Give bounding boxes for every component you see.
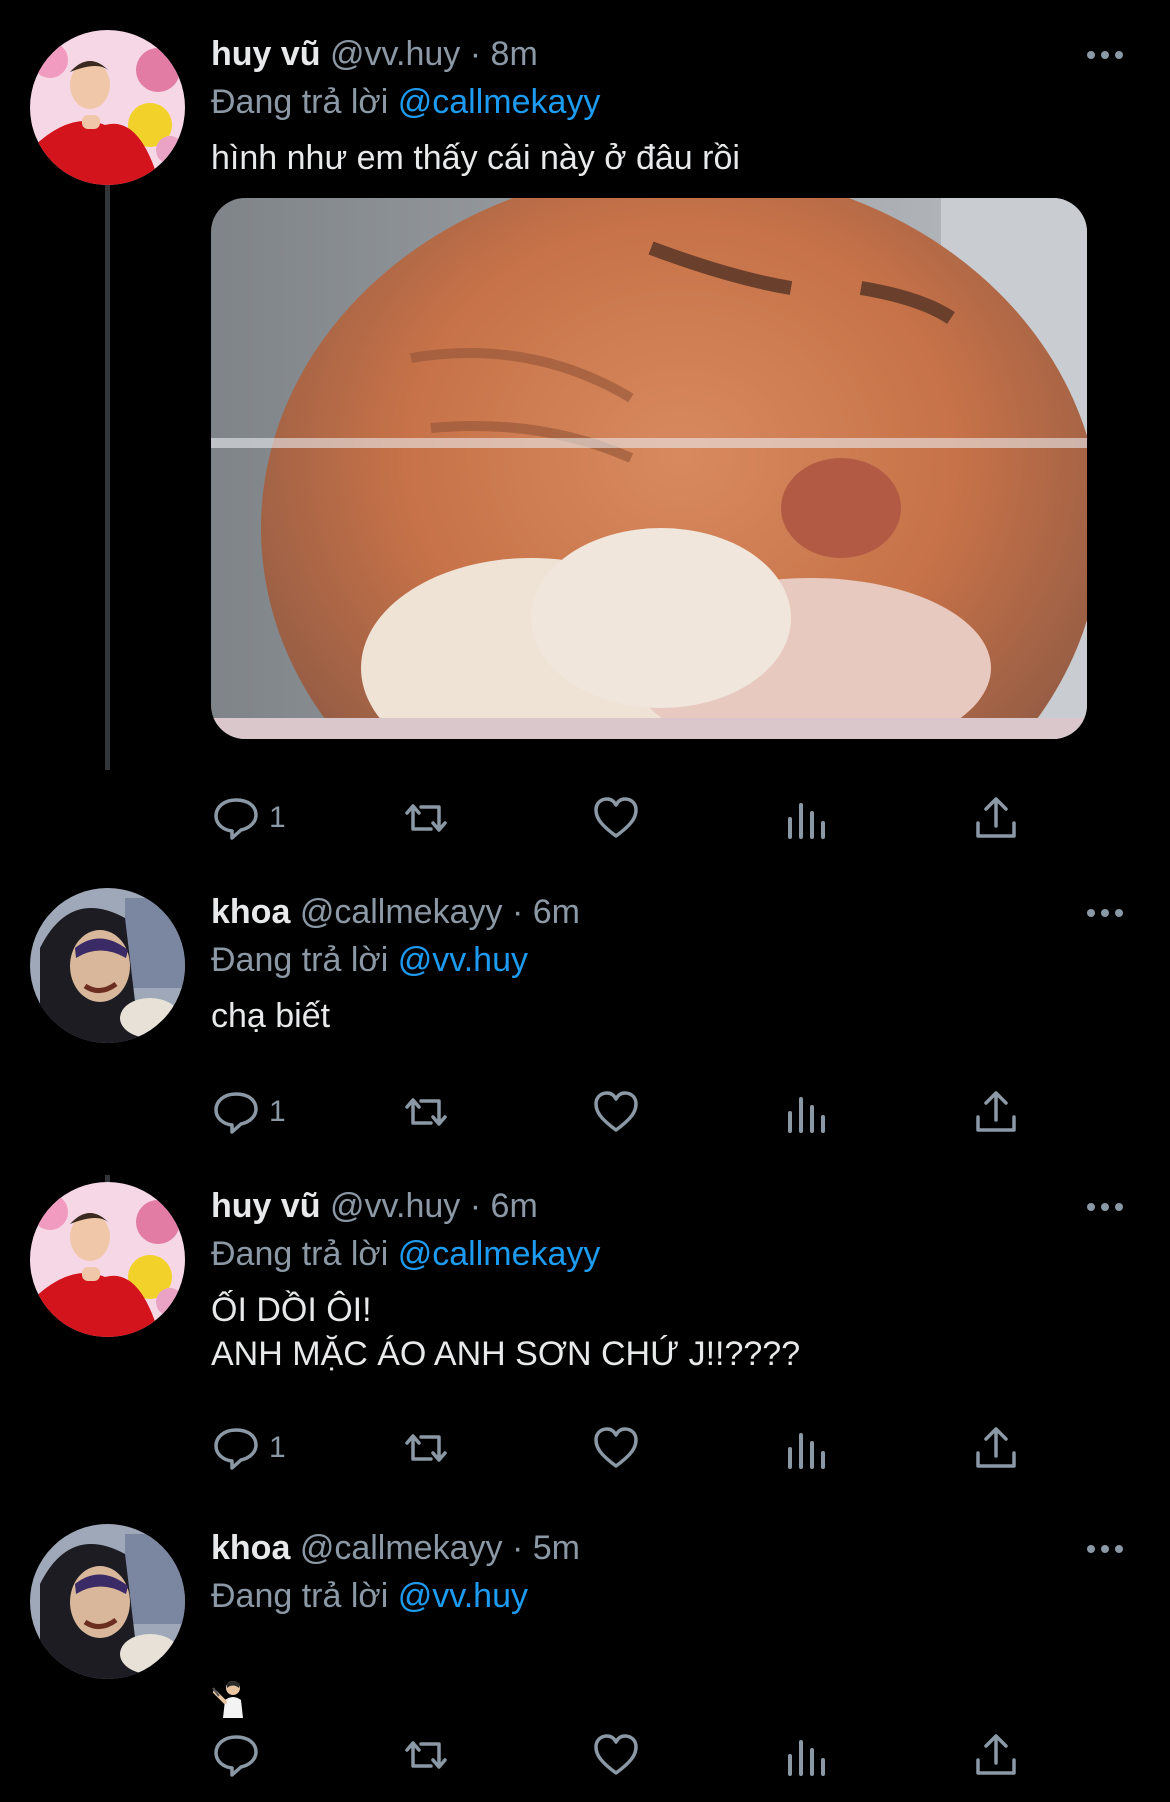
like-icon [594,1091,638,1132]
views-button[interactable] [781,788,831,848]
reply-button[interactable] [211,1725,269,1785]
share-icon [976,797,1016,838]
red-shirt-flowers-avatar [30,1182,185,1337]
tweet-actions: 1 [211,1418,1091,1478]
like-button[interactable] [591,1418,641,1478]
tweet-text: hình như em thấy cái này ở đâu rồi [211,139,740,177]
views-button[interactable] [781,1725,831,1785]
reply-mention[interactable]: @vv.huy [398,941,528,979]
reply-prefix: Đang trả lời [211,1577,389,1615]
separator-dot: · [469,1187,482,1225]
reply-prefix: Đang trả lời [211,1235,389,1273]
separator-dot: · [469,35,482,73]
retweet-button[interactable] [401,788,451,848]
retweet-button[interactable] [401,1725,451,1785]
like-icon [594,1734,638,1775]
reply-icon [214,798,258,840]
tweet-actions: 1 [211,788,1091,848]
retweet-button[interactable] [401,1418,451,1478]
views-icon [788,1433,825,1469]
reply-icon [214,1092,258,1134]
like-icon [594,797,638,838]
reply-mention[interactable]: @callmekayy [398,1235,601,1273]
views-button[interactable] [781,1082,831,1142]
timestamp[interactable]: 8m [491,35,538,73]
share-icon [976,1427,1016,1468]
share-button[interactable] [971,1082,1021,1142]
hooded-person-avatar [30,1524,185,1679]
display-name[interactable]: khoa [211,1529,290,1567]
share-button[interactable] [971,788,1021,848]
reply-button[interactable]: 1 [211,1418,286,1478]
user-handle[interactable]: @vv.huy [330,1187,460,1225]
retweet-icon [405,804,447,832]
reply-count: 1 [269,1095,286,1128]
avatar[interactable] [30,30,185,185]
user-handle[interactable]: @callmekayy [300,893,503,931]
views-icon [788,803,825,839]
timestamp[interactable]: 6m [491,1187,538,1225]
retweet-icon [405,1741,447,1769]
retweet-icon [405,1434,447,1462]
reply-count: 1 [269,801,286,834]
display-name[interactable]: khoa [211,893,290,931]
avatar[interactable] [30,1182,185,1337]
reply-mention[interactable]: @callmekayy [398,83,601,121]
like-icon [594,1427,638,1468]
share-icon [976,1734,1016,1775]
reply-mention[interactable]: @vv.huy [398,1577,528,1615]
display-name[interactable]: huy vũ [211,1187,321,1225]
retweet-icon [405,1098,447,1126]
thread-line [105,170,110,770]
separator-dot: · [511,1529,524,1567]
share-icon [976,1091,1016,1132]
share-button[interactable] [971,1418,1021,1478]
more-icon[interactable] [1085,1192,1125,1222]
person-gesturing-emoji [212,1681,243,1718]
tweet-text: chạ biết [211,997,331,1035]
reply-context: Đang trả lời @vv.huy [211,1572,1091,1620]
share-button[interactable] [971,1725,1021,1785]
views-icon [788,1097,825,1133]
reply-context: Đang trả lời @callmekayy [211,78,1091,126]
avatar[interactable] [30,888,185,1043]
views-button[interactable] [781,1418,831,1478]
tweet-media-image[interactable] [211,198,1087,739]
tweet-actions [211,1725,1091,1785]
more-icon[interactable] [1085,40,1125,70]
views-icon [788,1740,825,1776]
tweet-text [211,1634,1091,1729]
hooded-person-avatar [30,888,185,1043]
timestamp[interactable]: 6m [533,893,580,931]
user-handle[interactable]: @callmekayy [300,1529,503,1567]
timestamp[interactable]: 5m [533,1529,580,1567]
separator-dot: · [511,893,524,931]
user-handle[interactable]: @vv.huy [330,35,460,73]
red-shirt-flowers-avatar [30,30,185,185]
avatar[interactable] [30,1524,185,1679]
tweet-actions: 1 [211,1082,1091,1142]
reply-context: Đang trả lời @vv.huy [211,936,1091,984]
like-button[interactable] [591,1725,641,1785]
reply-icon [214,1428,258,1470]
reply-button[interactable]: 1 [211,788,286,848]
display-name[interactable]: huy vũ [211,35,321,73]
like-button[interactable] [591,1082,641,1142]
reply-prefix: Đang trả lời [211,941,389,979]
more-icon[interactable] [1085,1534,1125,1564]
reply-icon [214,1735,258,1777]
reply-button[interactable]: 1 [211,1082,286,1142]
like-button[interactable] [591,788,641,848]
tweet-text: ỐI DỒI ÔI! ANH MẶC ÁO ANH SƠN CHỨ J!!???… [211,1291,801,1373]
reply-context: Đang trả lời @callmekayy [211,1230,1091,1278]
reply-prefix: Đang trả lời [211,83,389,121]
orange-cat-closeup [211,198,1087,739]
more-icon[interactable] [1085,898,1125,928]
reply-count: 1 [269,1431,286,1464]
retweet-button[interactable] [401,1082,451,1142]
